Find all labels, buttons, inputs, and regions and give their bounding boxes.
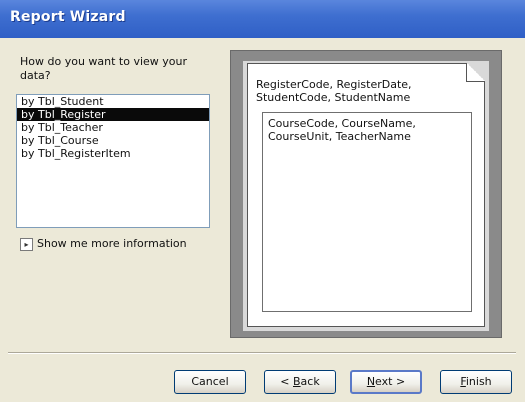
expand-icon[interactable]: ▸: [20, 237, 33, 251]
next-rest: ext >: [375, 375, 406, 388]
report-wizard-window: Report Wizard How do you want to view yo…: [0, 0, 525, 402]
list-item[interactable]: by Tbl_Student: [17, 95, 209, 108]
window-title: Report Wizard: [10, 9, 126, 25]
title-bar[interactable]: Report Wizard: [0, 0, 525, 38]
list-item[interactable]: by Tbl_RegisterItem: [17, 147, 209, 160]
list-item[interactable]: by Tbl_Teacher: [17, 121, 209, 134]
group-fields: RegisterCode, RegisterDate, StudentCode,…: [256, 78, 412, 104]
back-prefix: <: [280, 375, 293, 388]
list-item[interactable]: by Tbl_Course: [17, 134, 209, 147]
view-listbox[interactable]: by Tbl_Student by Tbl_Register by Tbl_Te…: [16, 94, 210, 228]
preview-inner: RegisterCode, RegisterDate, StudentCode,…: [243, 61, 489, 331]
layout-preview: RegisterCode, RegisterDate, StudentCode,…: [230, 50, 502, 338]
finish-button[interactable]: Finish: [440, 370, 512, 394]
preview-page: RegisterCode, RegisterDate, StudentCode,…: [247, 63, 485, 327]
detail-section: CourseCode, CourseName, CourseUnit, Teac…: [262, 112, 472, 312]
cancel-button[interactable]: Cancel: [174, 370, 246, 394]
cancel-button-label: Cancel: [191, 375, 229, 388]
back-rest: ack: [300, 375, 320, 388]
more-info-toggle[interactable]: ▸ Show me more information: [20, 237, 187, 251]
detail-fields: CourseCode, CourseName, CourseUnit, Teac…: [268, 117, 416, 143]
more-info-label: Show me more information: [37, 237, 187, 250]
back-hotkey: B: [293, 375, 301, 388]
list-item[interactable]: by Tbl_Register: [17, 108, 209, 121]
next-hotkey: N: [366, 375, 376, 388]
separator: [8, 352, 516, 354]
finish-rest: inish: [465, 375, 492, 388]
view-prompt: How do you want to view your data?: [20, 55, 188, 82]
next-button[interactable]: Next >: [350, 370, 422, 394]
back-button[interactable]: < Back: [264, 370, 336, 394]
